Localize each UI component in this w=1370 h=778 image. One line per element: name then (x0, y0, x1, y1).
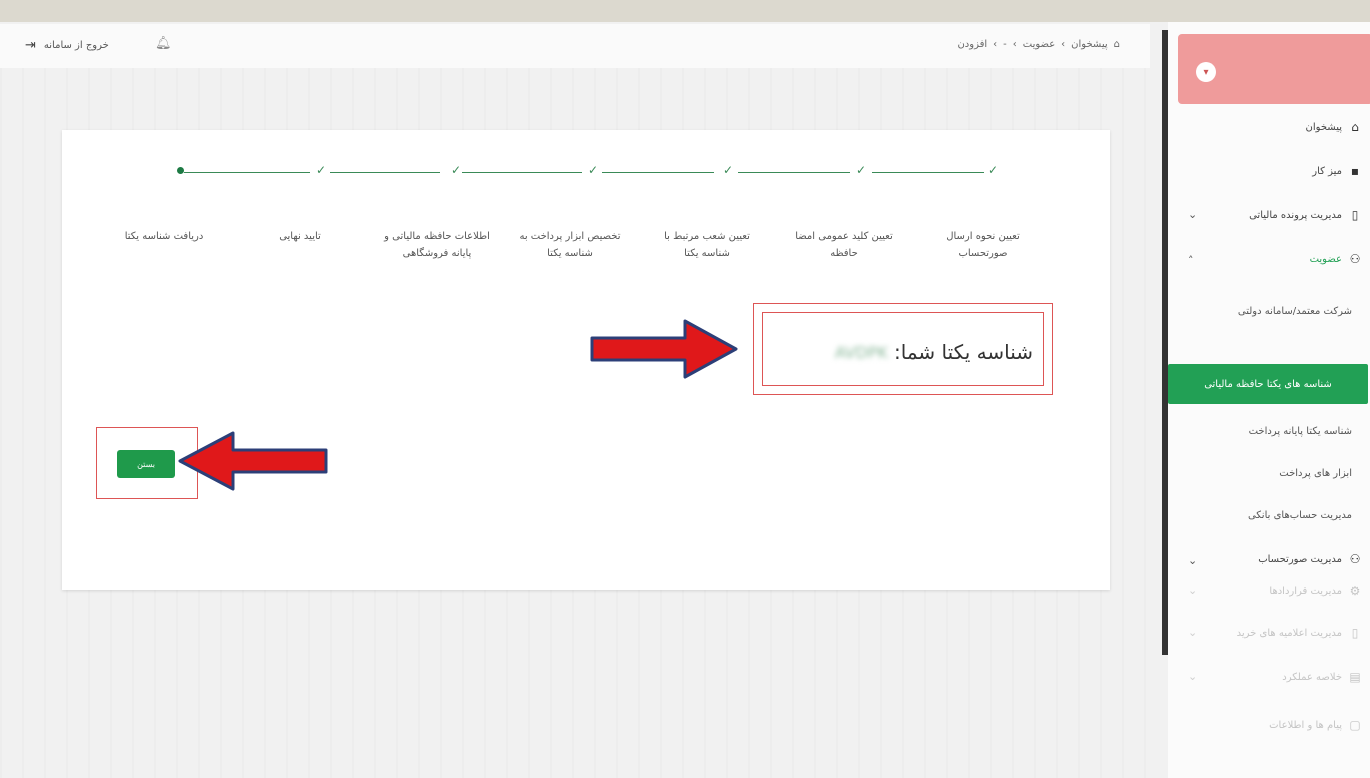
chevron-down-icon[interactable]: ⌄ (1188, 626, 1197, 639)
sidebar-item-invoice-management[interactable]: ⚇ مدیریت صورتحساب (1258, 552, 1362, 566)
step-check-icon: ✓ (856, 163, 867, 177)
annotation-arrow-left (178, 431, 328, 491)
sidebar-subitem-trusted-company[interactable]: شرکت معتمد/سامانه دولتی (1238, 306, 1352, 317)
stepper-connector (602, 172, 714, 173)
sidebar-subitem-payment-terminal-id[interactable]: شناسه یکتا پایانه پرداخت (1249, 426, 1352, 437)
step-check-icon: ✓ (451, 163, 462, 177)
step-label: تخصیص ابزار پرداخت به شناسه یکتا (519, 231, 621, 259)
step-label: تعیین نحوه ارسال صورتحساب (946, 231, 1020, 259)
logout-label: خروج از سامانه (43, 40, 109, 51)
user-icon: ⚇ (1349, 252, 1361, 266)
briefcase-icon: ▪ (1350, 164, 1360, 178)
sidebar-item-performance-summary[interactable]: ▤ خلاصه عملکرد (1282, 670, 1362, 684)
stepper-connector (462, 172, 582, 173)
home-icon: ⌂ (1351, 120, 1359, 134)
current-step-dot (177, 167, 184, 174)
chart-icon: ▤ (1349, 670, 1361, 684)
browser-strip (0, 0, 1370, 22)
user-icon: ⚇ (1349, 552, 1361, 566)
unique-id-label: شناسه یکتا شما: (894, 340, 1033, 364)
logout-icon: ⇥ (25, 38, 36, 53)
sidebar: ▾ ⌂ پیشخوان ▪ میز کار ▯ مدیریت پرونده ما… (1168, 22, 1370, 778)
sidebar-subitem-payment-tools[interactable]: ابزار های پرداخت (1279, 468, 1352, 479)
breadcrumb-item: - (1003, 39, 1007, 50)
gear-icon: ⚙ (1349, 584, 1361, 598)
sidebar-item-purchase-notices[interactable]: ▯ مدیریت اعلامیه های خرید (1237, 626, 1362, 640)
step-check-icon: ✓ (988, 163, 999, 177)
unique-id-display: شناسه یکتا شما: AVDPK (778, 340, 1033, 364)
message-icon: ▢ (1349, 718, 1361, 732)
close-button[interactable]: بستن (117, 450, 175, 478)
sidebar-item-messages[interactable]: ▢ پیام ها و اطلاعات (1269, 718, 1362, 732)
stepper-connector (184, 172, 310, 173)
step-label: تعیین شعب مرتبط با شناسه یکتا (664, 231, 750, 259)
profile-card[interactable]: ▾ (1178, 34, 1370, 104)
stepper-connector (738, 172, 850, 173)
chevron-up-icon[interactable]: ˄ (1188, 254, 1194, 267)
chevron-down-icon[interactable]: ⌄ (1188, 584, 1197, 597)
step-label: اطلاعات حافظه مالیاتی و پایانه فروشگاهی (384, 231, 490, 259)
unique-id-value: AVDPK (834, 342, 889, 362)
stepper-connector (330, 172, 440, 173)
step-check-icon: ✓ (588, 163, 599, 177)
sidebar-subitem-tax-memory-ids[interactable]: شناسه های یکتا حافظه مالیاتی (1168, 364, 1368, 404)
breadcrumb-home-icon: ⌂ (1113, 39, 1120, 50)
chevron-down-icon[interactable]: ⌄ (1188, 554, 1197, 567)
breadcrumb-item[interactable]: عضویت (1023, 39, 1055, 50)
stepper-connector (872, 172, 984, 173)
chevron-down-icon[interactable]: ▾ (1196, 62, 1216, 82)
annotation-arrow-right (590, 319, 738, 379)
folder-icon: ▯ (1351, 208, 1359, 222)
step-check-icon: ✓ (316, 163, 327, 177)
sidebar-item-desk[interactable]: ▪ میز کار (1312, 164, 1362, 178)
logout-button[interactable]: ⇥ خروج از سامانه (25, 38, 109, 53)
sidebar-item-tax-file[interactable]: ▯ مدیریت پرونده مالیاتی (1249, 208, 1362, 222)
chevron-down-icon[interactable]: ⌄ (1188, 208, 1197, 221)
sidebar-subitem-bank-accounts[interactable]: مدیریت حساب‌های بانکی (1248, 510, 1352, 521)
step-label: تایید نهایی (279, 231, 321, 242)
breadcrumb: ⌂ پیشخوان › عضویت › - › افزودن (957, 39, 1120, 50)
breadcrumb-item[interactable]: پیشخوان (1071, 39, 1107, 50)
sidebar-item-contracts[interactable]: ⚙ مدیریت قراردادها (1269, 584, 1362, 598)
chevron-down-icon[interactable]: ⌄ (1188, 670, 1197, 683)
document-icon: ▯ (1351, 626, 1359, 640)
step-label: دریافت شناسه یکتا (124, 231, 204, 242)
breadcrumb-item: افزودن (957, 39, 988, 50)
step-check-icon: ✓ (723, 163, 734, 177)
top-header: ⇥ خروج از سامانه 🔔︎ ⌂ پیشخوان › عضویت › … (0, 24, 1150, 68)
step-label: تعیین کلید عمومی امضا حافظه (795, 231, 893, 259)
notification-bell-icon[interactable]: 🔔︎ (155, 36, 172, 51)
sidebar-item-membership[interactable]: ⚇ عضویت (1310, 252, 1362, 266)
sidebar-item-dashboard[interactable]: ⌂ پیشخوان (1306, 120, 1362, 134)
